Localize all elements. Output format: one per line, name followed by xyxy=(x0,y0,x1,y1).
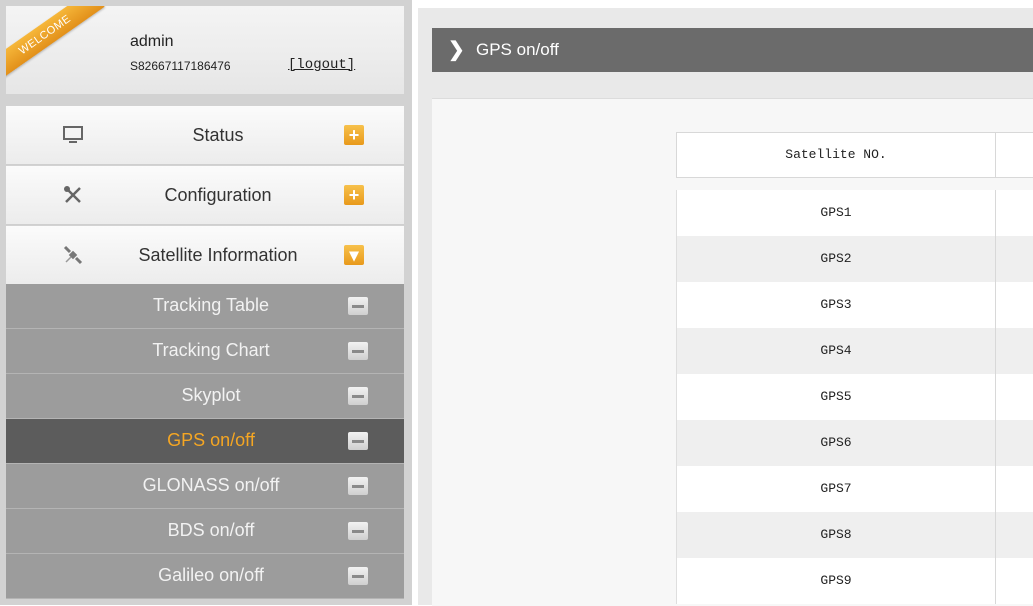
submenu-item-label: Tracking Table xyxy=(152,295,270,315)
page-title: GPS on/off xyxy=(476,40,559,59)
minus-icon xyxy=(348,567,368,585)
satellite-cell: GPS4 xyxy=(820,343,852,358)
submenu-item-gps-onoff[interactable]: GPS on/off xyxy=(6,419,404,464)
minus-icon xyxy=(348,477,368,495)
username: admin xyxy=(130,33,174,50)
column-header-satellite-no: Satellite NO. xyxy=(785,147,887,162)
column-divider xyxy=(995,282,996,328)
minus-icon xyxy=(348,387,368,405)
satellite-cell: GPS9 xyxy=(820,573,852,588)
submenu-item-bds-onoff[interactable]: BDS on/off xyxy=(6,509,404,554)
table-row: GPS2 xyxy=(676,236,1033,282)
device-serial: S82667117186476 xyxy=(130,59,231,73)
menu-item-status[interactable]: Status + xyxy=(6,106,404,165)
table-row: GPS5 xyxy=(676,374,1033,420)
column-divider xyxy=(995,374,996,420)
column-divider xyxy=(995,236,996,282)
column-divider xyxy=(995,466,996,512)
satellite-cell: GPS7 xyxy=(820,481,852,496)
logout-link[interactable]: [logout] xyxy=(288,57,355,73)
satellite-table: GPS1 GPS2 GPS3 GPS4 GPS5 GPS6 GPS7 GPS8 … xyxy=(676,190,1033,604)
sidebar: WELCOME admin S82667117186476 [logout] S… xyxy=(0,0,412,605)
submenu-item-label: Tracking Chart xyxy=(152,340,270,360)
chevron-right-icon: ❯ xyxy=(448,39,465,61)
page-title-bar: ❯ GPS on/off xyxy=(432,28,1033,72)
column-divider xyxy=(995,420,996,466)
menu-item-label: Configuration xyxy=(164,185,272,205)
satellite-icon xyxy=(62,244,84,266)
submenu-item-label: GPS on/off xyxy=(167,430,255,450)
submenu-item-label: Galileo on/off xyxy=(158,565,264,585)
expand-icon[interactable]: + xyxy=(344,125,364,145)
minus-icon xyxy=(348,342,368,360)
submenu-item-tracking-table[interactable]: Tracking Table xyxy=(6,284,404,329)
monitor-icon xyxy=(62,124,84,146)
welcome-ribbon: WELCOME xyxy=(6,6,105,82)
column-divider xyxy=(995,133,996,177)
submenu-item-glonass-onoff[interactable]: GLONASS on/off xyxy=(6,464,404,509)
column-divider xyxy=(995,328,996,374)
menu-item-configuration[interactable]: Configuration + xyxy=(6,166,404,225)
submenu-item-label: BDS on/off xyxy=(167,520,255,540)
table-row: GPS8 xyxy=(676,512,1033,558)
satellite-cell: GPS2 xyxy=(820,251,852,266)
user-panel: WELCOME admin S82667117186476 [logout] xyxy=(6,6,404,94)
menu-item-label: Status xyxy=(192,125,244,145)
submenu-item-label: GLONASS on/off xyxy=(142,475,280,495)
submenu-item-galileo-onoff[interactable]: Galileo on/off xyxy=(6,554,404,599)
minus-icon xyxy=(348,522,368,540)
tools-icon xyxy=(62,184,84,206)
expand-icon[interactable]: + xyxy=(344,185,364,205)
submenu-item-skyplot[interactable]: Skyplot xyxy=(6,374,404,419)
satellite-cell: GPS8 xyxy=(820,527,852,542)
satellite-cell: GPS1 xyxy=(820,205,852,220)
table-row: GPS4 xyxy=(676,328,1033,374)
table-row: GPS9 xyxy=(676,558,1033,604)
column-divider xyxy=(995,558,996,604)
column-divider xyxy=(995,190,996,236)
table-row: GPS7 xyxy=(676,466,1033,512)
satellite-cell: GPS3 xyxy=(820,297,852,312)
menu-item-label: Satellite Information xyxy=(138,245,298,265)
submenu-item-label: Skyplot xyxy=(181,385,241,405)
table-row: GPS1 xyxy=(676,190,1033,236)
column-divider xyxy=(995,512,996,558)
table-row: GPS6 xyxy=(676,420,1033,466)
submenu-item-tracking-chart[interactable]: Tracking Chart xyxy=(6,329,404,374)
table-row: GPS3 xyxy=(676,282,1033,328)
menu-item-satellite-information[interactable]: Satellite Information ▾ xyxy=(6,226,404,285)
table-header: Satellite NO. xyxy=(676,132,1033,178)
collapse-icon[interactable]: ▾ xyxy=(344,245,364,265)
satellite-cell: GPS5 xyxy=(820,389,852,404)
minus-icon xyxy=(348,432,368,450)
satellite-cell: GPS6 xyxy=(820,435,852,450)
minus-icon xyxy=(348,297,368,315)
